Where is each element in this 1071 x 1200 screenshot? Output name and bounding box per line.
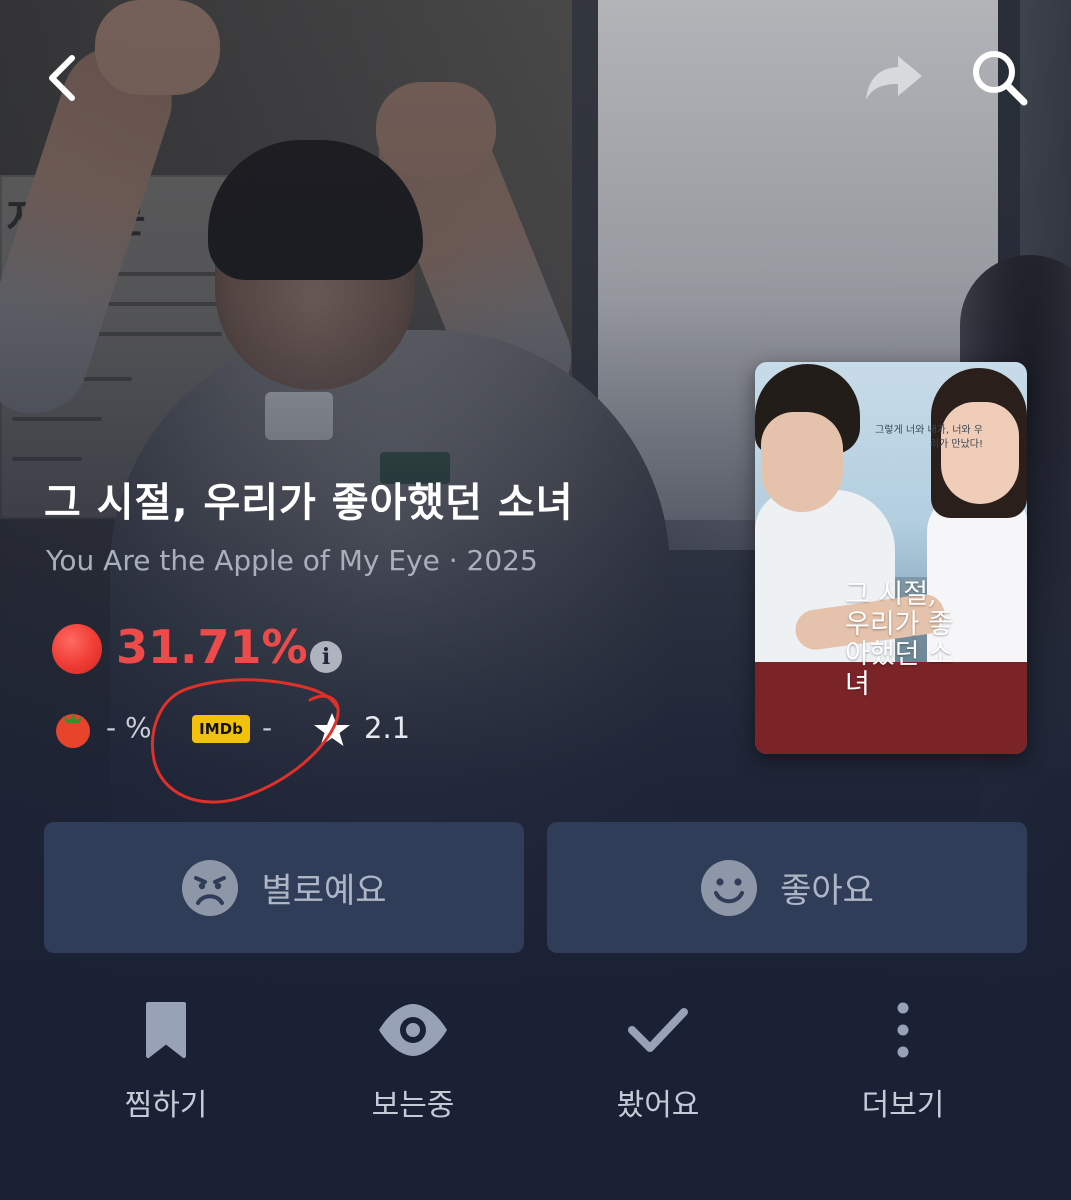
tomato-icon — [56, 713, 90, 748]
share-arrow-icon[interactable] — [862, 50, 926, 106]
chevron-left-icon[interactable] — [36, 48, 96, 108]
watching-button[interactable]: 보는중 — [333, 1000, 493, 1140]
wishlist-label: 찜하기 — [124, 1088, 208, 1123]
like-label: 좋아요 — [780, 871, 874, 911]
more-button[interactable]: 더보기 — [823, 1000, 983, 1140]
wishlist-button[interactable]: 찜하기 — [86, 1000, 246, 1140]
movie-poster[interactable]: 그렇게 너와 내가, 너와 우리가 만났다! 그 시절, 우리가 좋아했던 소녀 — [755, 362, 1027, 754]
movie-detail-page: 지 문 그렇게 너와 내가, 너와 우리가 만났다! 그 시절, 우리 — [0, 0, 1071, 1200]
poster-tagline: 그렇게 너와 내가, 너와 우리가 만났다! — [875, 425, 983, 450]
more-vertical-icon — [897, 1002, 909, 1058]
more-label: 더보기 — [861, 1088, 945, 1123]
frown-face-icon — [182, 859, 239, 916]
like-button[interactable]: 좋아요 — [547, 822, 1027, 953]
score-dot-icon — [52, 624, 102, 674]
watched-button[interactable]: 봤어요 — [578, 1000, 738, 1140]
bookmark-icon — [146, 1002, 186, 1058]
watched-label: 봤어요 — [616, 1088, 700, 1123]
star-score: 2.1 — [364, 711, 411, 745]
watching-label: 보는중 — [371, 1088, 455, 1123]
dislike-button[interactable]: 별로예요 — [44, 822, 524, 953]
dislike-label: 별로예요 — [261, 871, 387, 911]
poster-title: 그 시절, 우리가 좋아했던 소녀 — [845, 579, 953, 700]
check-icon — [628, 1008, 688, 1052]
search-icon[interactable] — [966, 44, 1032, 110]
smile-face-icon — [701, 859, 758, 916]
eye-icon — [379, 1004, 447, 1056]
movie-subtitle: You Are the Apple of My Eye · 2025 — [46, 544, 538, 577]
movie-title: 그 시절, 우리가 좋아했던 소녀 — [44, 480, 574, 526]
circle-annotation-mark — [151, 678, 340, 804]
